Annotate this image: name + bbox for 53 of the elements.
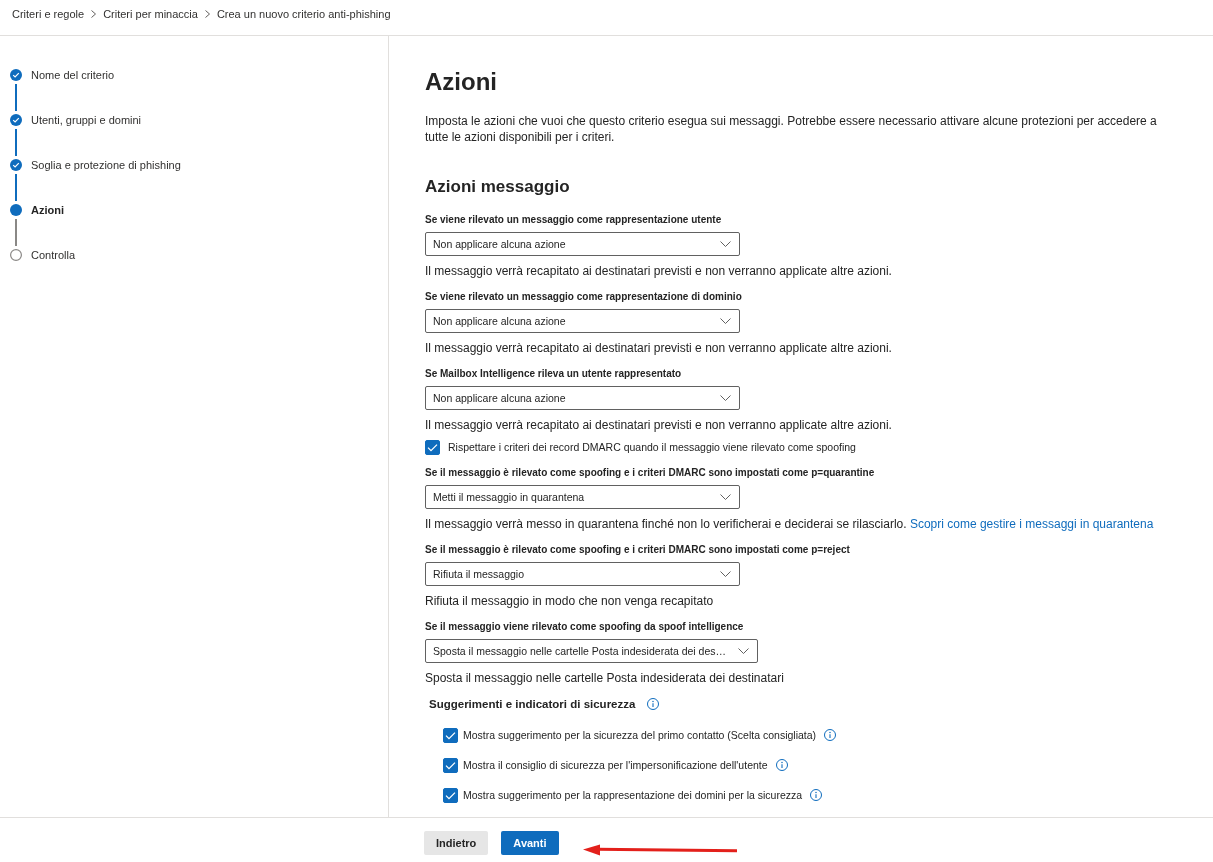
field-label: Se il messaggio viene rilevato come spoofing da spoof intelligence — [425, 620, 744, 634]
section-title: Azioni messaggio — [425, 176, 570, 198]
step-label: Soglia e protezione di phishing — [31, 159, 181, 171]
chevron-right-icon — [91, 9, 97, 18]
action-dropdown[interactable]: Metti il messaggio in quarantena — [425, 485, 740, 509]
help-link[interactable]: Scopri come gestire i messaggi in quarantena — [909, 517, 1154, 531]
checkbox-label: Mostra suggerimento per la sicurezza del primo contatto (Scelta consigliata) — [463, 728, 817, 742]
action-dropdown[interactable]: Sposta il messaggio nelle cartelle Posta indesiderata dei des… — [425, 639, 758, 663]
step-label: Controlla — [31, 249, 76, 261]
help-text: Il messaggio verrà recapitato ai destinatari previsti e non verranno applicate altre azioni. — [425, 340, 892, 356]
info-icon[interactable] — [810, 789, 823, 801]
chevron-down-icon — [720, 494, 731, 500]
info-icon[interactable] — [647, 698, 660, 710]
action-dropdown[interactable]: Non applicare alcuna azione — [425, 232, 740, 256]
action-dropdown[interactable]: Non applicare alcuna azione — [425, 386, 740, 410]
breadcrumb-link[interactable]: Criteri e regole — [12, 6, 85, 21]
info-icon[interactable] — [775, 759, 788, 771]
checkbox-label: Mostra suggerimento per la rappresentazione dei domini per la sicurezza — [463, 788, 803, 802]
help-text: Sposta il messaggio nelle cartelle Posta indesiderata dei destinatari — [425, 670, 784, 686]
help-text: Il messaggio verrà recapitato ai destinatari previsti e non verranno applicate altre azioni. — [425, 263, 892, 279]
field-label: Se il messaggio è rilevato come spoofing e i criteri DMARC sono impostati come p=reject — [425, 543, 850, 557]
field-label: Se viene rilevato un messaggio come rappresentazione utente — [425, 213, 722, 227]
help-text: Rifiuta il messaggio in modo che non venga recapitato — [425, 593, 714, 609]
chevron-down-icon — [720, 571, 731, 577]
step-label: Azioni — [31, 204, 64, 216]
field-label: Se Mailbox Intelligence rileva un utente rappresentato — [425, 367, 682, 381]
field-label: Se il messaggio è rilevato come spoofing e i criteri DMARC sono impostati come p=quarantine — [425, 466, 875, 480]
next-button[interactable]: Avanti — [501, 831, 559, 855]
back-button[interactable]: Indietro — [424, 831, 489, 855]
breadcrumb-current: Crea un nuovo criterio anti-phishing — [216, 6, 391, 21]
action-dropdown[interactable]: Rifiuta il messaggio — [425, 562, 740, 586]
checkbox[interactable] — [425, 439, 440, 455]
help-text: Il messaggio verrà recapitato ai destinatari previsti e non verranno applicate altre azioni. — [425, 417, 892, 433]
section-subtitle: Suggerimenti e indicatori di sicurezza — [429, 697, 636, 712]
action-dropdown[interactable]: Non applicare alcuna azione — [425, 309, 740, 333]
chevron-down-icon — [720, 318, 731, 324]
checkbox[interactable] — [443, 757, 458, 773]
page-title: Azioni — [425, 67, 497, 97]
chevron-down-icon — [738, 648, 749, 654]
step-label: Utenti, gruppi e domini — [31, 114, 142, 126]
help-text: Il messaggio verrà messo in quarantena finché non lo verificherai e deciderai se rilasciarlo. Scopri come gestire i messaggi in quarantena — [425, 516, 1154, 532]
breadcrumb-link[interactable]: Criteri per minaccia — [103, 6, 198, 21]
chevron-right-icon — [204, 9, 210, 18]
step-label: Nome del criterio — [31, 69, 115, 81]
checkbox-label: Mostra il consiglio di sicurezza per l'impersonificazione dell'utente — [463, 758, 768, 772]
info-icon[interactable] — [824, 729, 837, 741]
chevron-down-icon — [720, 395, 731, 401]
checkbox[interactable] — [443, 787, 458, 803]
field-label: Se viene rilevato un messaggio come rappresentazione di dominio — [425, 290, 742, 304]
chevron-down-icon — [720, 241, 731, 247]
checkbox[interactable] — [443, 727, 458, 743]
checkbox-label: Rispettare i criteri dei record DMARC quando il messaggio viene rilevato come spoofing — [448, 440, 856, 454]
page-description: Imposta le azioni che vuoi che questo criterio esegua sui messaggi. Potrebbe essere necessario attivare alcune protezioni per accedere a tutte le azioni disponibili per i criteri. — [425, 113, 1158, 145]
